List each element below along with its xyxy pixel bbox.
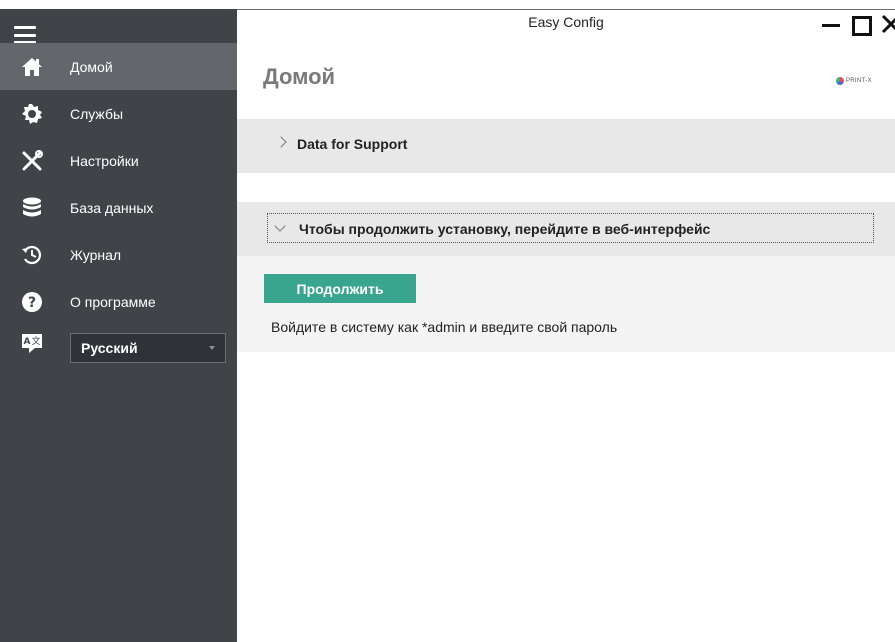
sidebar-item-label: Домой: [70, 58, 113, 75]
sidebar-item-log[interactable]: Журнал: [0, 231, 237, 278]
install-panel-header[interactable]: Чтобы продолжить установку, перейдите в …: [237, 202, 895, 256]
sidebar-item-services[interactable]: Службы: [0, 90, 237, 137]
close-button[interactable]: [880, 14, 895, 34]
sidebar-item-label: О программе: [70, 293, 156, 310]
close-icon: [881, 14, 895, 34]
continue-button[interactable]: Продолжить: [264, 274, 416, 303]
language-select-value: Русский: [81, 340, 138, 356]
brand-logo-mark: [836, 77, 844, 85]
sidebar-item-home[interactable]: Домой: [0, 43, 237, 90]
chevron-right-icon: [275, 136, 287, 148]
sidebar-item-settings[interactable]: Настройки: [0, 137, 237, 184]
support-panel-label: Data for Support: [297, 136, 408, 152]
language-row: A文 Русский: [0, 325, 237, 369]
sidebar-nav: Домой Службы Настройки База данных Журна…: [0, 43, 237, 369]
sidebar: Домой Службы Настройки База данных Журна…: [0, 9, 237, 642]
install-panel-body: Продолжить Войдите в систему как *admin …: [237, 256, 895, 352]
brand-logo: PRINT-X: [836, 76, 872, 86]
sidebar-item-label: Настройки: [70, 152, 139, 169]
window-title: Easy Config: [528, 14, 604, 30]
gear-icon: [20, 102, 44, 126]
tools-icon: [20, 149, 44, 173]
language-select[interactable]: Русский: [70, 333, 226, 363]
sidebar-item-database[interactable]: База данных: [0, 184, 237, 231]
support-panel-header[interactable]: Data for Support: [237, 119, 895, 173]
page-title: Домой: [263, 64, 336, 89]
home-icon: [20, 55, 44, 79]
maximize-button[interactable]: [851, 14, 872, 36]
help-icon: ?: [20, 290, 44, 314]
minimize-button[interactable]: [821, 14, 841, 34]
database-icon: [20, 196, 44, 220]
chevron-down-icon: [209, 346, 215, 350]
sidebar-item-about[interactable]: ? О программе: [0, 278, 237, 325]
install-panel-label: Чтобы продолжить установку, перейдите в …: [299, 221, 711, 237]
sidebar-item-label: Журнал: [70, 246, 122, 263]
translate-icon: A文: [20, 331, 44, 355]
login-hint: Войдите в систему как *admin и введите с…: [271, 319, 618, 335]
svg-text:文: 文: [31, 335, 40, 347]
svg-text:A: A: [24, 337, 31, 347]
brand-logo-text: PRINT-X: [846, 78, 872, 84]
history-icon: [20, 243, 44, 267]
menu-icon[interactable]: [14, 26, 36, 44]
svg-text:?: ?: [28, 295, 36, 311]
sidebar-item-label: Службы: [70, 105, 124, 122]
sidebar-item-label: База данных: [70, 199, 154, 216]
title-bar: Easy Config: [237, 9, 895, 37]
